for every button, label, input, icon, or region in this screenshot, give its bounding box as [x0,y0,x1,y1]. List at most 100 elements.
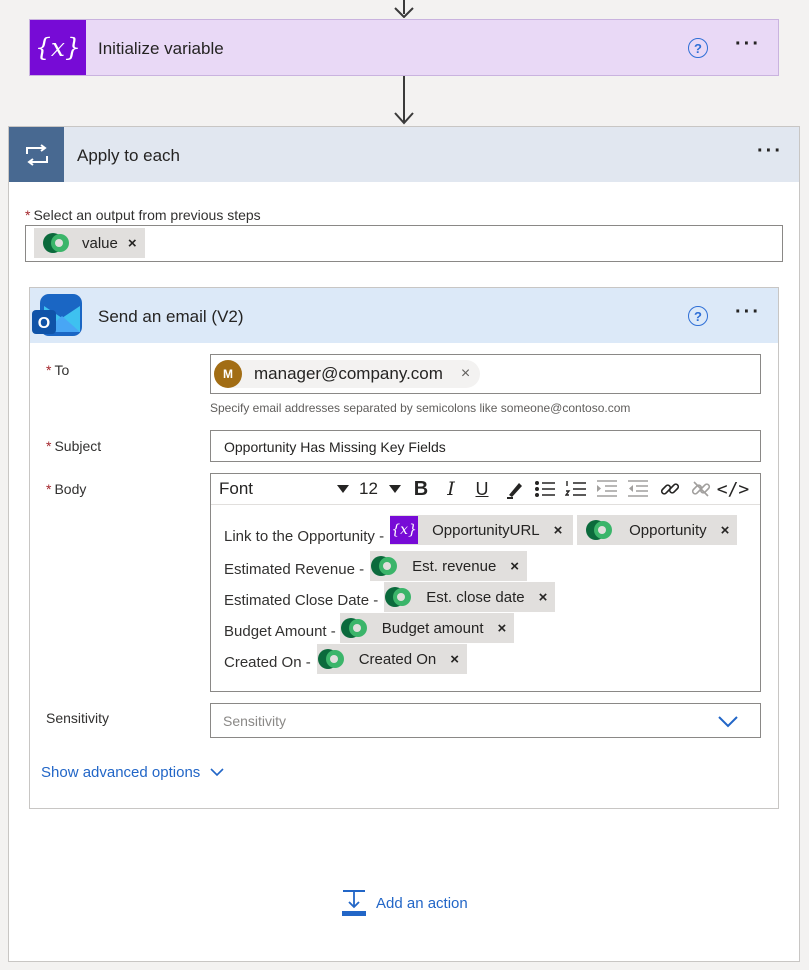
select-output-input[interactable]: value × [25,225,783,262]
to-label: * To [46,362,69,378]
remove-token-icon[interactable]: × [128,235,137,252]
help-icon[interactable]: ? [688,306,708,326]
sensitivity-select[interactable]: Sensitivity [210,703,761,738]
unlink-icon[interactable] [689,477,713,501]
body-line-text: Estimated Revenue - [224,560,365,578]
dataverse-icon [385,587,412,607]
dataverse-icon [586,520,613,540]
link-icon[interactable] [658,477,682,501]
font-size-select[interactable]: 12 [359,477,401,501]
token-label: Created On [358,650,437,668]
dynamic-token[interactable]: Est. revenue × [370,551,528,581]
body-line: Estimated Close Date - Est. close date × [224,582,556,615]
remove-token-icon[interactable]: × [539,589,548,606]
subject-label-text: Subject [54,438,102,454]
token-label: Opportunity [629,521,707,539]
chevron-down-icon [718,716,738,728]
token-label: Est. revenue [412,557,497,575]
sensitivity-placeholder: Sensitivity [223,713,287,729]
required-mark: * [46,481,52,497]
remove-token-icon[interactable]: × [721,522,730,539]
more-options-icon[interactable]: ··· [735,301,761,324]
connector-arrow-top [393,0,415,19]
decrease-indent-icon[interactable] [626,477,650,501]
select-output-label-text: Select an output from previous steps [33,207,261,223]
dataverse-icon [371,556,398,576]
rich-text-toolbar: Font 12 B I U </> [211,474,760,505]
dynamic-token[interactable]: {x} OpportunityURL × [390,515,574,545]
show-advanced-options-text: Show advanced options [41,764,201,781]
dataverse-icon [340,618,367,638]
send-email-card: O Send an email (V2) ? ··· * To M manager… [29,287,779,809]
variable-icon: {x} [30,20,86,75]
to-input[interactable]: M manager@company.com × [210,354,761,394]
select-output-label: * Select an output from previous steps [25,207,261,223]
body-line-text: Link to the Opportunity - [224,527,385,545]
dataverse-icon [43,233,69,253]
remove-recipient-icon[interactable]: × [461,365,470,383]
underline-button[interactable]: U [469,477,495,501]
dynamic-token-value[interactable]: value × [34,228,145,258]
highlight-pen-icon[interactable] [503,477,527,501]
add-an-action-button[interactable]: Add an action [341,889,468,917]
card-title: Send an email (V2) [98,307,244,326]
apply-to-each-card: Apply to each ··· * Select an output from… [8,126,800,962]
connector-arrow-middle [393,76,415,126]
code-view-button[interactable]: </> [717,477,750,501]
body-line-text: Created On - [224,653,311,671]
show-advanced-options-link[interactable]: Show advanced options [41,764,224,781]
more-options-icon[interactable]: ··· [735,33,761,56]
recipient-email: manager@company.com [254,364,443,383]
chevron-down-icon [210,768,224,777]
loop-icon [9,127,64,182]
remove-token-icon[interactable]: × [498,620,507,637]
required-mark: * [46,438,52,454]
dynamic-token[interactable]: Budget amount × [339,613,515,643]
bold-button[interactable]: B [409,477,433,501]
send-email-header[interactable]: O Send an email (V2) ? ··· [30,288,778,343]
body-label-text: Body [54,481,87,497]
remove-token-icon[interactable]: × [510,558,519,575]
body-label: * Body [46,481,86,497]
add-an-action-text: Add an action [376,894,468,912]
numbered-list-icon[interactable] [564,477,588,501]
token-label: value [82,234,118,252]
apply-to-each-header[interactable]: Apply to each ··· [9,127,799,182]
required-mark: * [46,362,52,378]
outlook-icon: O [32,294,82,336]
increase-indent-icon[interactable] [595,477,619,501]
font-select[interactable]: Font [219,477,349,501]
required-mark: * [25,207,31,223]
add-action-icon [342,890,366,916]
caret-down-icon [389,485,401,493]
bulleted-list-icon[interactable] [533,477,557,501]
token-label: Est. close date [426,588,525,606]
token-label: OpportunityURL [432,521,540,539]
italic-button[interactable]: I [440,477,462,501]
body-line: Link to the Opportunity - {x} Opportunit… [224,515,738,551]
remove-token-icon[interactable]: × [554,522,563,539]
variable-icon: {x} [390,516,419,544]
dynamic-token[interactable]: Est. close date × [384,582,556,612]
more-options-icon[interactable]: ··· [757,140,783,163]
dataverse-icon [317,649,344,669]
body-line: Estimated Revenue - Est. revenue × [224,551,528,584]
initialize-variable-card[interactable]: {x} Initialize variable ? ··· [29,19,779,76]
subject-label: * Subject [46,438,101,454]
body-line: Budget Amount - Budget amount × [224,613,515,646]
to-hint: Specify email addresses separated by sem… [210,401,631,415]
dynamic-token[interactable]: Created On × [316,644,468,674]
subject-input[interactable]: Opportunity Has Missing Key Fields [210,430,761,462]
caret-down-icon [337,485,349,493]
to-label-text: To [54,362,70,378]
sensitivity-label: Sensitivity [46,710,110,726]
font-select-value: Font [219,479,254,498]
body-line: Created On - Created On × [224,644,468,677]
body-line-text: Estimated Close Date - [224,591,379,609]
help-icon[interactable]: ? [688,38,708,58]
dynamic-token[interactable]: Opportunity × [577,515,738,545]
recipient-pill[interactable]: M manager@company.com × [214,360,481,388]
remove-token-icon[interactable]: × [450,651,459,668]
font-size-value: 12 [359,479,378,498]
body-editor[interactable]: Font 12 B I U </> Link to the Opportunit… [210,473,761,692]
